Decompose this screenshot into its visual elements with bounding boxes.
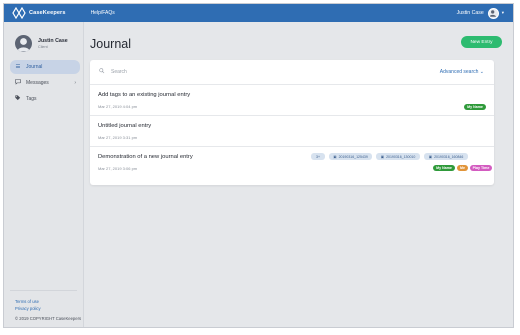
new-entry-button[interactable]: New Entry — [461, 36, 502, 48]
search-icon — [99, 68, 107, 76]
entry-date: Mar 27, 2019 3:31 pm — [98, 135, 138, 140]
tag-badge[interactable]: Play Time — [470, 165, 492, 171]
sidebar-item-tags[interactable]: Tags — [10, 92, 80, 106]
sidebar-item-label: Messages — [26, 80, 49, 86]
brand-name: CaseKeepers — [29, 10, 66, 16]
avatar-person-icon — [489, 9, 496, 17]
page-title: Journal — [90, 37, 131, 51]
profile-card: Justin Case Client — [15, 35, 68, 52]
attachment-chip[interactable]: ▣ 20190316_125439 — [329, 153, 372, 160]
entry-title[interactable]: Demonstration of a new journal entry — [98, 154, 193, 160]
journal-entry[interactable]: Untitled journal entry Mar 27, 2019 3:31… — [90, 116, 494, 147]
app-window: CaseKeepers Help/FAQs Justin Case ▾ Just… — [3, 3, 514, 328]
search-bar: Advanced search ⌄ — [90, 60, 494, 85]
terms-link[interactable]: Terms of use — [15, 299, 81, 304]
sidebar-divider — [10, 290, 77, 291]
entry-title[interactable]: Add tags to an existing journal entry — [98, 92, 190, 98]
profile-name: Justin Case — [38, 38, 68, 44]
chevron-down-icon[interactable]: ▾ — [502, 10, 504, 16]
entry-title[interactable]: Untitled journal entry — [98, 123, 151, 129]
tag-badge[interactable]: Me — [457, 165, 468, 171]
journal-card: Advanced search ⌄ Add tags to an existin… — [90, 60, 494, 185]
image-icon: ▣ — [380, 154, 385, 159]
journal-entry[interactable]: Demonstration of a new journal entry Mar… — [90, 147, 494, 178]
avatar — [15, 35, 32, 52]
entry-date: Mar 27, 2019 3:06 pm — [98, 166, 138, 171]
sidebar-item-label: Journal — [26, 64, 43, 70]
tag-icon — [15, 95, 21, 103]
casekeepers-logo-icon — [12, 7, 26, 19]
top-bar: CaseKeepers Help/FAQs Justin Case ▾ — [4, 4, 513, 22]
journal-entry[interactable]: Add tags to an existing journal entry Ma… — [90, 85, 494, 116]
user-name: Justin Case — [456, 10, 484, 16]
profile-role: Client — [38, 45, 48, 49]
user-avatar[interactable] — [487, 7, 499, 19]
user-menu[interactable]: Justin Case ▾ — [456, 7, 504, 19]
chat-icon — [15, 79, 21, 87]
advanced-search-link[interactable]: Advanced search ⌄ — [440, 69, 484, 75]
entry-date: Mar 27, 2019 4:04 pm — [98, 104, 138, 109]
chevron-right-icon[interactable]: › — [74, 80, 76, 86]
sidebar-nav: ☰ Journal Messages › Tags — [10, 60, 80, 108]
tag-badge[interactable]: My Name — [433, 165, 455, 171]
image-icon: ▣ — [428, 154, 433, 159]
sidebar-footer: Terms of use Privacy policy © 2019 COPYR… — [15, 299, 81, 321]
privacy-link[interactable]: Privacy policy — [15, 306, 81, 311]
list-icon: ☰ — [15, 64, 21, 70]
search-input[interactable] — [111, 69, 361, 75]
sidebar-item-journal[interactable]: ☰ Journal — [10, 60, 80, 74]
sidebar-item-messages[interactable]: Messages › — [10, 76, 80, 90]
attachment-count-chip[interactable]: 3+ — [311, 153, 325, 160]
main-content: Journal New Entry Advanced search ⌄ Add … — [84, 22, 513, 327]
help-faqs-link[interactable]: Help/FAQs — [91, 10, 115, 16]
image-icon: ▣ — [333, 154, 337, 159]
brand-logo[interactable]: CaseKeepers — [12, 7, 66, 19]
attachment-chip[interactable]: ▣ 20190316_160846 — [424, 153, 468, 160]
sidebar-item-label: Tags — [26, 96, 37, 102]
chevron-down-icon: ⌄ — [479, 69, 484, 75]
copyright-text: © 2019 COPYRIGHT CaseKeepers — [15, 316, 82, 321]
tag-badge[interactable]: My Name — [464, 104, 486, 110]
attachment-chip[interactable]: ▣ 20190316_130010 — [376, 153, 420, 160]
sidebar: Justin Case Client ☰ Journal Messages › … — [4, 22, 84, 327]
avatar-person-icon — [17, 38, 30, 52]
